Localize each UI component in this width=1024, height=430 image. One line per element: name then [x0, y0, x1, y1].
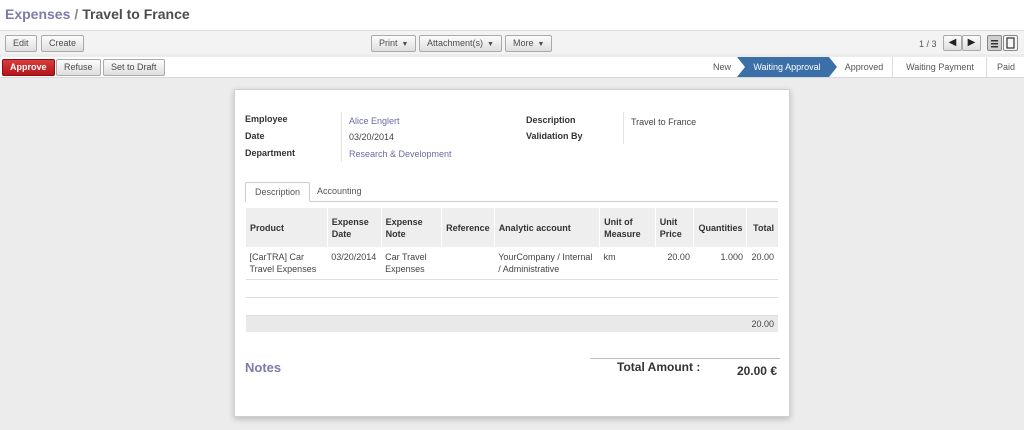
form-sheet: Employee Alice Englert Date 03/20/2014 D…: [234, 89, 790, 417]
notes-label: Notes: [245, 360, 282, 375]
column-header-analytic-account[interactable]: Analytic account: [493, 208, 600, 247]
list-view-icon: [991, 40, 998, 48]
cell-total: 20.00: [746, 247, 778, 280]
stage-separator: [887, 57, 893, 77]
column-header-expense-note[interactable]: Expense Note: [380, 208, 442, 247]
stage-approved: Approved: [844, 62, 884, 72]
cell-expense-date: 03/20/2014: [327, 247, 382, 280]
approve-button[interactable]: Approve: [2, 59, 55, 76]
breadcrumb-current: Travel to France: [82, 6, 190, 22]
column-header-quantities[interactable]: Quantities: [693, 208, 747, 247]
form-view-icon: [1006, 37, 1015, 49]
table-footer-row: 20.00: [245, 315, 778, 332]
caret-down-icon: ▼: [487, 41, 494, 48]
field-divider: [623, 112, 624, 144]
employee-field[interactable]: Alice Englert: [349, 116, 400, 126]
tab-description[interactable]: Description: [245, 182, 311, 202]
attachments-label: Attachment(s): [427, 38, 484, 48]
arrow-right-icon: ▶: [967, 37, 976, 48]
total-divider: [590, 358, 780, 359]
column-header-reference[interactable]: Reference: [441, 208, 495, 247]
pager-counter[interactable]: 1 / 3: [919, 39, 937, 49]
column-header-product[interactable]: Product: [245, 208, 328, 247]
status-bar: Approve Refuse Set to Draft New Waiting …: [0, 57, 1024, 78]
validation-by-label: Validation By: [526, 131, 583, 141]
cell-unit-price: 20.00: [655, 247, 694, 280]
cell-reference: [441, 247, 495, 280]
cell-expense-note: Car Travel Expenses: [381, 247, 442, 280]
more-label: More: [513, 38, 534, 48]
print-dropdown[interactable]: Print ▼: [371, 35, 417, 52]
cell-unit-of-measure: km: [599, 247, 656, 280]
toolbar: Edit Create Print ▼ Attachment(s) ▼ More ▼ …: [0, 30, 1024, 54]
stage-waiting-approval: Waiting Approval: [737, 57, 837, 77]
notebook-tabs: Description Accounting: [245, 182, 778, 202]
column-header-total[interactable]: Total: [746, 208, 778, 247]
total-amount-value: 20.00 €: [736, 364, 777, 378]
stage-waiting-payment: Waiting Payment: [906, 62, 974, 72]
kanban-view-button[interactable]: [1003, 35, 1018, 51]
footer-total: 20.00: [746, 315, 778, 332]
cell-product: [CarTRA] Car Travel Expenses: [245, 247, 328, 280]
print-label: Print: [379, 38, 398, 48]
total-amount-label: Total Amount :: [617, 360, 701, 374]
attachments-dropdown[interactable]: Attachment(s) ▼: [419, 35, 502, 52]
edit-button[interactable]: Edit: [5, 35, 37, 52]
employee-label: Employee: [245, 114, 288, 124]
expense-lines-table: Product Expense Date Expense Note Refere…: [245, 208, 778, 332]
date-field: 03/20/2014: [349, 132, 395, 142]
breadcrumb: Expenses / Travel to France: [5, 6, 190, 22]
control-panel: Expenses / Travel to France Edit Create Pr…: [0, 0, 1024, 54]
empty-row: [245, 297, 778, 316]
department-label: Department: [245, 148, 296, 158]
pager-previous-button[interactable]: ◀: [943, 35, 962, 51]
column-header-unit-of-measure[interactable]: Unit of Measure: [599, 208, 656, 247]
description-label: Description: [526, 115, 576, 125]
set-to-draft-button[interactable]: Set to Draft: [103, 59, 165, 76]
stage-separator: [981, 57, 987, 77]
empty-row: [245, 279, 778, 298]
column-header-expense-date[interactable]: Expense Date: [326, 208, 382, 247]
breadcrumb-parent-link[interactable]: Expenses: [5, 6, 70, 22]
more-dropdown[interactable]: More ▼: [505, 35, 553, 52]
department-field[interactable]: Research & Development: [349, 149, 452, 159]
breadcrumb-separator: /: [74, 6, 79, 22]
table-header-row: Product Expense Date Expense Note Refere…: [245, 208, 778, 247]
cell-analytic-account: YourCompany / Internal / Administrative: [494, 247, 600, 280]
stage-new: New: [712, 62, 731, 72]
cell-quantities: 1.000: [693, 247, 747, 280]
caret-down-icon: ▼: [401, 41, 409, 48]
tab-accounting[interactable]: Accounting: [308, 182, 371, 202]
create-button[interactable]: Create: [41, 35, 85, 52]
arrow-left-icon: ◀: [948, 37, 957, 48]
date-label: Date: [245, 131, 265, 141]
refuse-button[interactable]: Refuse: [56, 59, 101, 76]
table-row[interactable]: [CarTRA] Car Travel Expenses 03/20/2014 …: [245, 247, 778, 280]
pager-next-button[interactable]: ▶: [962, 35, 981, 51]
caret-down-icon: ▼: [537, 41, 545, 48]
column-header-unit-price[interactable]: Unit Price: [654, 208, 694, 247]
description-field: Travel to France: [631, 117, 697, 127]
stage-paid: Paid: [996, 62, 1015, 72]
form-view-button[interactable]: [987, 35, 1002, 51]
field-divider: [341, 112, 342, 162]
